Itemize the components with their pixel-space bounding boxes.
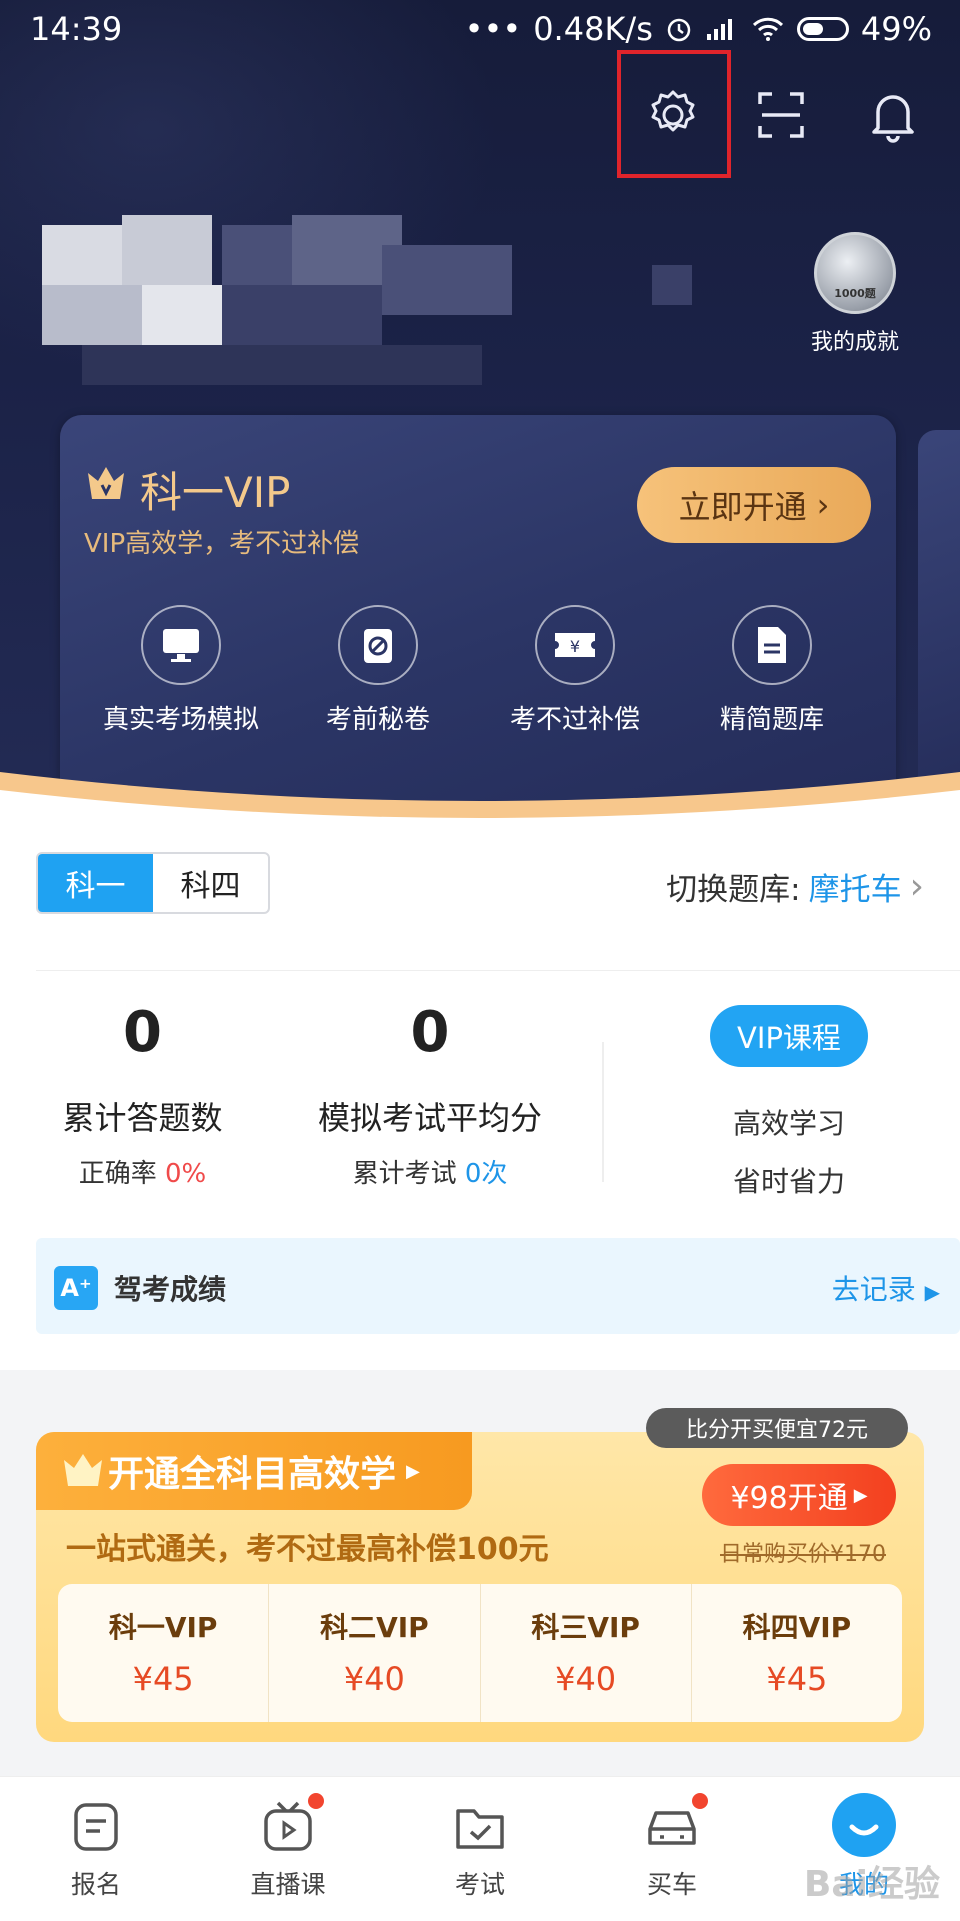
stat-mock-average[interactable]: 0 模拟考试平均分 累计考试 0次 [295,1000,565,1190]
monitor-icon [141,605,221,685]
a-plus-icon: A⁺ [54,1266,98,1310]
notification-dot [692,1793,708,1809]
signal-icon [706,19,732,40]
go-record-link[interactable]: 去记录 ▶ [832,1268,940,1308]
triangle-right-icon: ▶ [924,1280,940,1304]
profile-icon [832,1793,896,1857]
exam-score-row[interactable]: A⁺ 驾考成绩 去记录 ▶ [36,1238,960,1334]
notification-bell-icon[interactable] [862,84,924,146]
status-dots: ••• [464,10,522,48]
crown-icon [88,467,124,499]
yen-ticket-icon: ¥ [535,605,615,685]
scan-icon[interactable] [750,84,812,146]
triangle-right-icon: ▶ [853,1484,868,1506]
chevron-right-icon: › [816,486,830,524]
stats-divider [602,1042,604,1182]
tab-subject-1[interactable]: 科一 [38,854,153,912]
tab-live-course[interactable]: 直播课 [218,1793,358,1901]
price-item[interactable]: 科三VIP ¥40 [481,1584,692,1722]
wifi-icon [752,17,783,41]
battery-icon [796,17,849,41]
my-achievement[interactable]: 1000题 我的成就 [800,232,910,356]
all-subjects-promo[interactable]: 开通全科目高效学 ▶ 比分开买便宜72元 一站式通关，考不过最高补偿100元 ¥… [36,1408,924,1742]
exam-folder-icon [452,1799,508,1855]
divider [36,970,960,971]
document-icon [732,605,812,685]
chevron-right-icon: › [909,866,924,907]
promo-subtitle: 一站式通关，考不过最高补偿100元 [66,1532,549,1567]
vip-course-line1: 高效学习 [732,1107,845,1140]
notification-dot [308,1793,324,1809]
feature-refined-bank[interactable]: 精简题库 [672,605,872,736]
alarm-icon [667,18,691,42]
vip-subtitle: VIP高效学，考不过补偿 [84,529,360,559]
tab-signup[interactable]: 报名 [26,1799,166,1901]
subject-tabs: 科一 科四 [36,852,270,914]
vip-title: 科一VIP [140,468,291,517]
achievement-medal-icon: 1000题 [814,232,896,314]
battery-percent: 49% [860,10,932,48]
status-time: 14:39 [30,10,123,48]
profile-header: 14:39 ••• 0.48K/s 49% 1000题 我的成就 科一VIP V… [0,0,960,830]
status-bar: 14:39 ••• 0.48K/s 49% [0,0,960,60]
switch-question-bank[interactable]: 切换题库: 摩托车 › [666,864,924,909]
price-item[interactable]: 科一VIP ¥45 [58,1584,270,1722]
svg-text:¥: ¥ [570,637,580,656]
next-vip-card-peek[interactable] [918,430,960,810]
feature-compensation[interactable]: ¥ 考不过补偿 [475,605,675,736]
tab-buy-car[interactable]: 买车 [602,1793,742,1901]
savings-tip: 比分开买便宜72元 [646,1408,908,1448]
triangle-right-icon: ▶ [406,1460,420,1482]
feature-secret-paper[interactable]: 考前秘卷 [278,605,478,736]
open-vip-button[interactable]: 立即开通 › [637,467,871,543]
form-icon [68,1799,124,1855]
live-tv-icon [260,1793,324,1855]
pixelated-user-avatar [42,215,692,400]
question-bank-value: 摩托车 [808,872,902,908]
promo-tab[interactable]: 开通全科目高效学 ▶ [36,1432,472,1510]
network-speed: 0.48K/s [533,10,653,48]
exam-score-label: 驾考成绩 [114,1273,227,1306]
tab-subject-4[interactable]: 科四 [153,854,268,912]
buy-all-button[interactable]: ¥98开通 ▶ [702,1464,896,1526]
tab-exam[interactable]: 考试 [410,1799,550,1901]
study-panel: 科一 科四 切换题库: 摩托车 › 0 累计答题数 正确率 0% 0 模拟考试平… [0,820,960,1370]
stat-answered[interactable]: 0 累计答题数 正确率 0% [40,1000,245,1190]
vip-course-line2: 省时省力 [732,1165,845,1198]
feature-real-exam[interactable]: 真实考场模拟 [81,605,281,736]
secret-paper-icon [338,605,418,685]
bottom-tab-bar: 报名 直播课 考试 买车 我的 Bai经验 [0,1776,960,1921]
settings-highlight-box [617,50,731,178]
achievement-label: 我的成就 [810,330,899,355]
vip-price-grid: 科一VIP ¥45 科二VIP ¥40 科三VIP ¥40 科四VIP ¥45 [58,1584,902,1722]
price-item[interactable]: 科四VIP ¥45 [692,1584,902,1722]
price-item[interactable]: 科二VIP ¥40 [269,1584,481,1722]
original-price: 日常购买价¥170 [720,1542,886,1567]
watermark: Bai经验 [803,1864,940,1905]
vip-card[interactable]: 科一VIP VIP高效学，考不过补偿 立即开通 › 真实考场模拟 考前秘卷 ¥ … [60,415,896,815]
vip-course-button[interactable]: VIP课程 [710,1005,868,1067]
crown-icon [64,1454,102,1486]
car-icon [644,1793,708,1855]
